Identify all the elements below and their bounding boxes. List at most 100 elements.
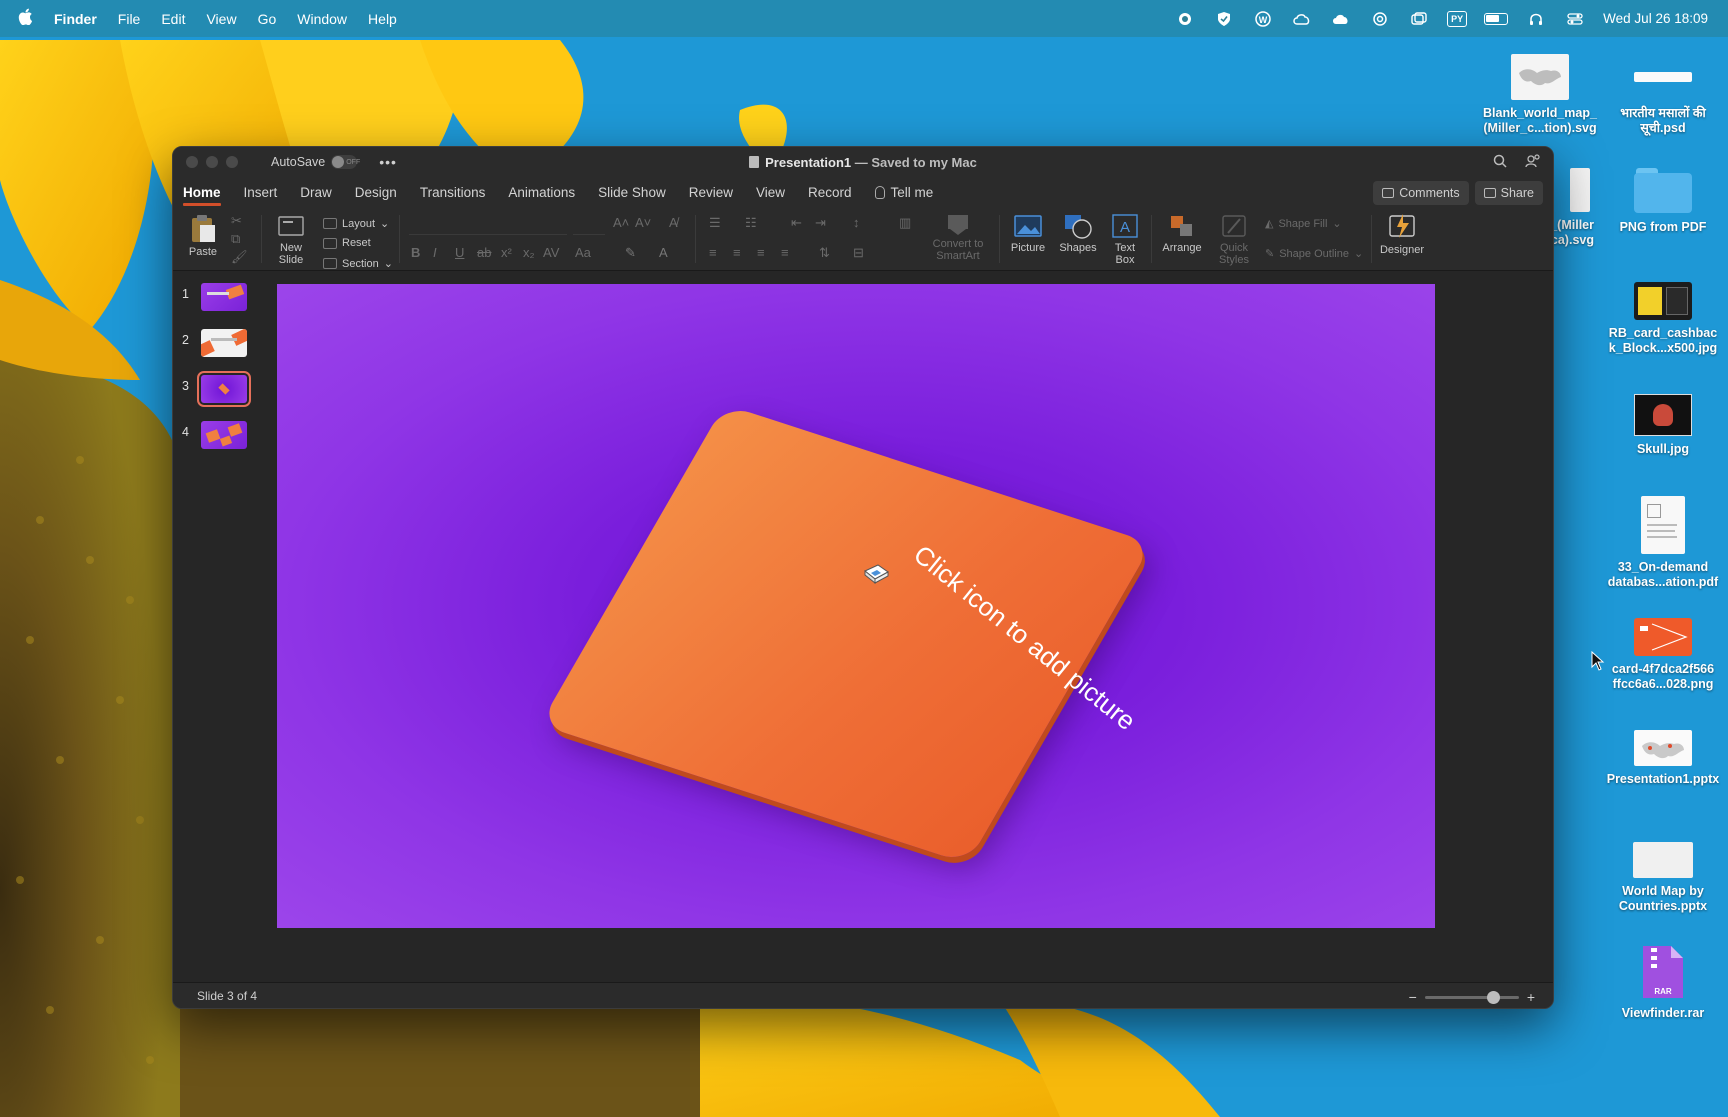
shape-outline-button[interactable]: ✎ Shape Outline ⌄	[1265, 247, 1363, 261]
shield-icon[interactable]	[1213, 11, 1235, 27]
tab-design[interactable]: Design	[355, 179, 397, 206]
shape-fill-button[interactable]: ◭ Shape Fill ⌄	[1265, 217, 1342, 231]
change-case-icon[interactable]: Aa	[575, 245, 591, 260]
minimize-button[interactable]	[206, 156, 218, 168]
tab-home[interactable]: Home	[183, 179, 221, 206]
line-spacing-icon[interactable]: ↕	[853, 215, 860, 230]
increase-font-icon[interactable]: A˄	[613, 215, 629, 230]
py-icon[interactable]: PY	[1447, 10, 1468, 27]
close-button[interactable]	[186, 156, 198, 168]
tab-view[interactable]: View	[756, 179, 785, 206]
zoom-out-button[interactable]: −	[1409, 989, 1417, 1005]
menu-clock[interactable]: Wed Jul 26 18:09	[1603, 11, 1708, 26]
clear-formatting-icon[interactable]: A̸	[669, 215, 678, 230]
desktop-file-pdf[interactable]: 33_On-demand databas...ation.pdf	[1603, 496, 1723, 590]
character-spacing-icon[interactable]: AV	[543, 245, 559, 260]
tab-transitions[interactable]: Transitions	[420, 179, 486, 206]
text-direction-icon[interactable]: ⇅	[819, 245, 830, 261]
font-name-dropdown[interactable]	[409, 217, 567, 235]
comments-button[interactable]: Comments	[1373, 181, 1469, 205]
arrange-button[interactable]: Arrange	[1157, 213, 1207, 254]
tab-draw[interactable]: Draw	[300, 179, 332, 206]
superscript-icon[interactable]: x²	[501, 245, 512, 260]
zoom-slider[interactable]	[1424, 990, 1519, 1004]
decrease-font-icon[interactable]: A˅	[635, 215, 651, 230]
more-options-button[interactable]: •••	[379, 154, 397, 170]
window-icon[interactable]	[1408, 11, 1430, 27]
layout-button[interactable]: Layout ⌄	[323, 217, 389, 230]
align-text-icon[interactable]: ⊟	[853, 245, 864, 261]
menu-file[interactable]: File	[118, 11, 141, 27]
highlight-icon[interactable]: ✎	[625, 245, 636, 261]
paste-button[interactable]: Paste	[181, 213, 225, 258]
zoom-in-button[interactable]: +	[1527, 989, 1535, 1005]
picture-button[interactable]: Picture	[1005, 213, 1051, 254]
strikethrough-icon[interactable]: ab	[477, 245, 491, 260]
desktop-file-world-map-svg[interactable]: Blank_world_map_ (Miller_c...tion).svg	[1480, 54, 1600, 136]
increase-indent-icon[interactable]: ⇥	[815, 215, 826, 231]
tab-review[interactable]: Review	[689, 179, 733, 206]
tab-record[interactable]: Record	[808, 179, 852, 206]
desktop-file-viewfinder-rar[interactable]: RAR Viewfinder.rar	[1603, 944, 1723, 1021]
apple-icon[interactable]	[18, 8, 34, 30]
cut-icon[interactable]: ✂	[231, 213, 242, 229]
bold-icon[interactable]: B	[411, 245, 420, 260]
section-button[interactable]: Section ⌄	[323, 257, 393, 270]
decrease-indent-icon[interactable]: ⇤	[791, 215, 802, 231]
desktop-file-rb-card[interactable]: RB_card_cashbac k_Block...x500.jpg	[1603, 282, 1723, 356]
shapes-button[interactable]: Shapes	[1055, 213, 1101, 254]
italic-icon[interactable]: I	[433, 245, 437, 260]
reset-button[interactable]: Reset	[323, 237, 371, 249]
tell-me-search[interactable]: Tell me	[874, 185, 933, 200]
desktop-file-psd[interactable]: भारतीय मसालों की सूची.psd	[1603, 54, 1723, 136]
font-size-dropdown[interactable]	[573, 217, 605, 235]
numbering-icon[interactable]: ☷	[745, 215, 757, 231]
tab-slide-show[interactable]: Slide Show	[598, 179, 666, 206]
autosave-toggle[interactable]: OFF	[331, 155, 360, 169]
quick-styles-button[interactable]: Quick Styles	[1211, 213, 1257, 266]
menu-view[interactable]: View	[206, 11, 236, 27]
target-icon[interactable]	[1369, 11, 1391, 27]
share-button[interactable]: Share	[1474, 181, 1543, 205]
share-people-icon[interactable]	[1525, 154, 1541, 171]
columns-icon[interactable]: ▥	[899, 215, 911, 231]
bullets-icon[interactable]: ☰	[709, 215, 721, 231]
tab-insert[interactable]: Insert	[244, 179, 278, 206]
slide-thumbnail[interactable]: 2	[173, 327, 267, 363]
w-icon[interactable]: W	[1252, 10, 1274, 27]
search-icon[interactable]	[1493, 154, 1507, 171]
underline-icon[interactable]: U	[455, 245, 464, 260]
desktop-folder-png-from-pdf[interactable]: PNG from PDF	[1603, 168, 1723, 235]
autosave-control[interactable]: AutoSave OFF	[271, 155, 360, 169]
format-painter-icon[interactable]: 🖌	[231, 249, 248, 265]
designer-button[interactable]: Designer	[1377, 211, 1427, 256]
align-left-icon[interactable]: ≡	[709, 245, 717, 260]
justify-icon[interactable]: ≡	[781, 245, 789, 260]
control-center-icon[interactable]	[1564, 11, 1586, 27]
cloud-sync-icon[interactable]	[1291, 11, 1313, 27]
headphones-icon[interactable]	[1525, 11, 1547, 27]
menu-edit[interactable]: Edit	[161, 11, 185, 27]
slide-thumbnail-selected[interactable]: 3	[173, 371, 267, 409]
copy-icon[interactable]: ⧉	[231, 231, 240, 247]
desktop-file-presentation1[interactable]: Presentation1.pptx	[1603, 730, 1723, 787]
desktop-file-world-map-pptx[interactable]: World Map by Countries.pptx	[1603, 842, 1723, 914]
menu-app-name[interactable]: Finder	[54, 11, 97, 27]
text-box-button[interactable]: A Text Box	[1105, 213, 1145, 266]
desktop-file-skull-jpg[interactable]: Skull.jpg	[1603, 394, 1723, 457]
record-icon[interactable]	[1174, 11, 1196, 27]
slide-thumbnail[interactable]: 1	[173, 281, 267, 317]
zoom-slider-knob[interactable]	[1486, 990, 1500, 1004]
tab-animations[interactable]: Animations	[508, 179, 575, 206]
align-right-icon[interactable]: ≡	[757, 245, 765, 260]
slide-canvas[interactable]: Click icon to add picture	[277, 284, 1435, 928]
desktop-file-card-png[interactable]: card-4f7dca2f566 ffcc6a6...028.png	[1603, 618, 1723, 692]
align-center-icon[interactable]: ≡	[733, 245, 741, 260]
new-slide-button[interactable]: New Slide	[269, 213, 313, 266]
font-color-icon[interactable]: A	[659, 245, 668, 260]
slide-thumbnail[interactable]: 4	[173, 419, 267, 455]
menu-help[interactable]: Help	[368, 11, 397, 27]
convert-smartart-button[interactable]: Convert to SmartArt	[927, 211, 989, 262]
icloud-icon[interactable]	[1330, 11, 1352, 27]
menu-window[interactable]: Window	[297, 11, 347, 27]
